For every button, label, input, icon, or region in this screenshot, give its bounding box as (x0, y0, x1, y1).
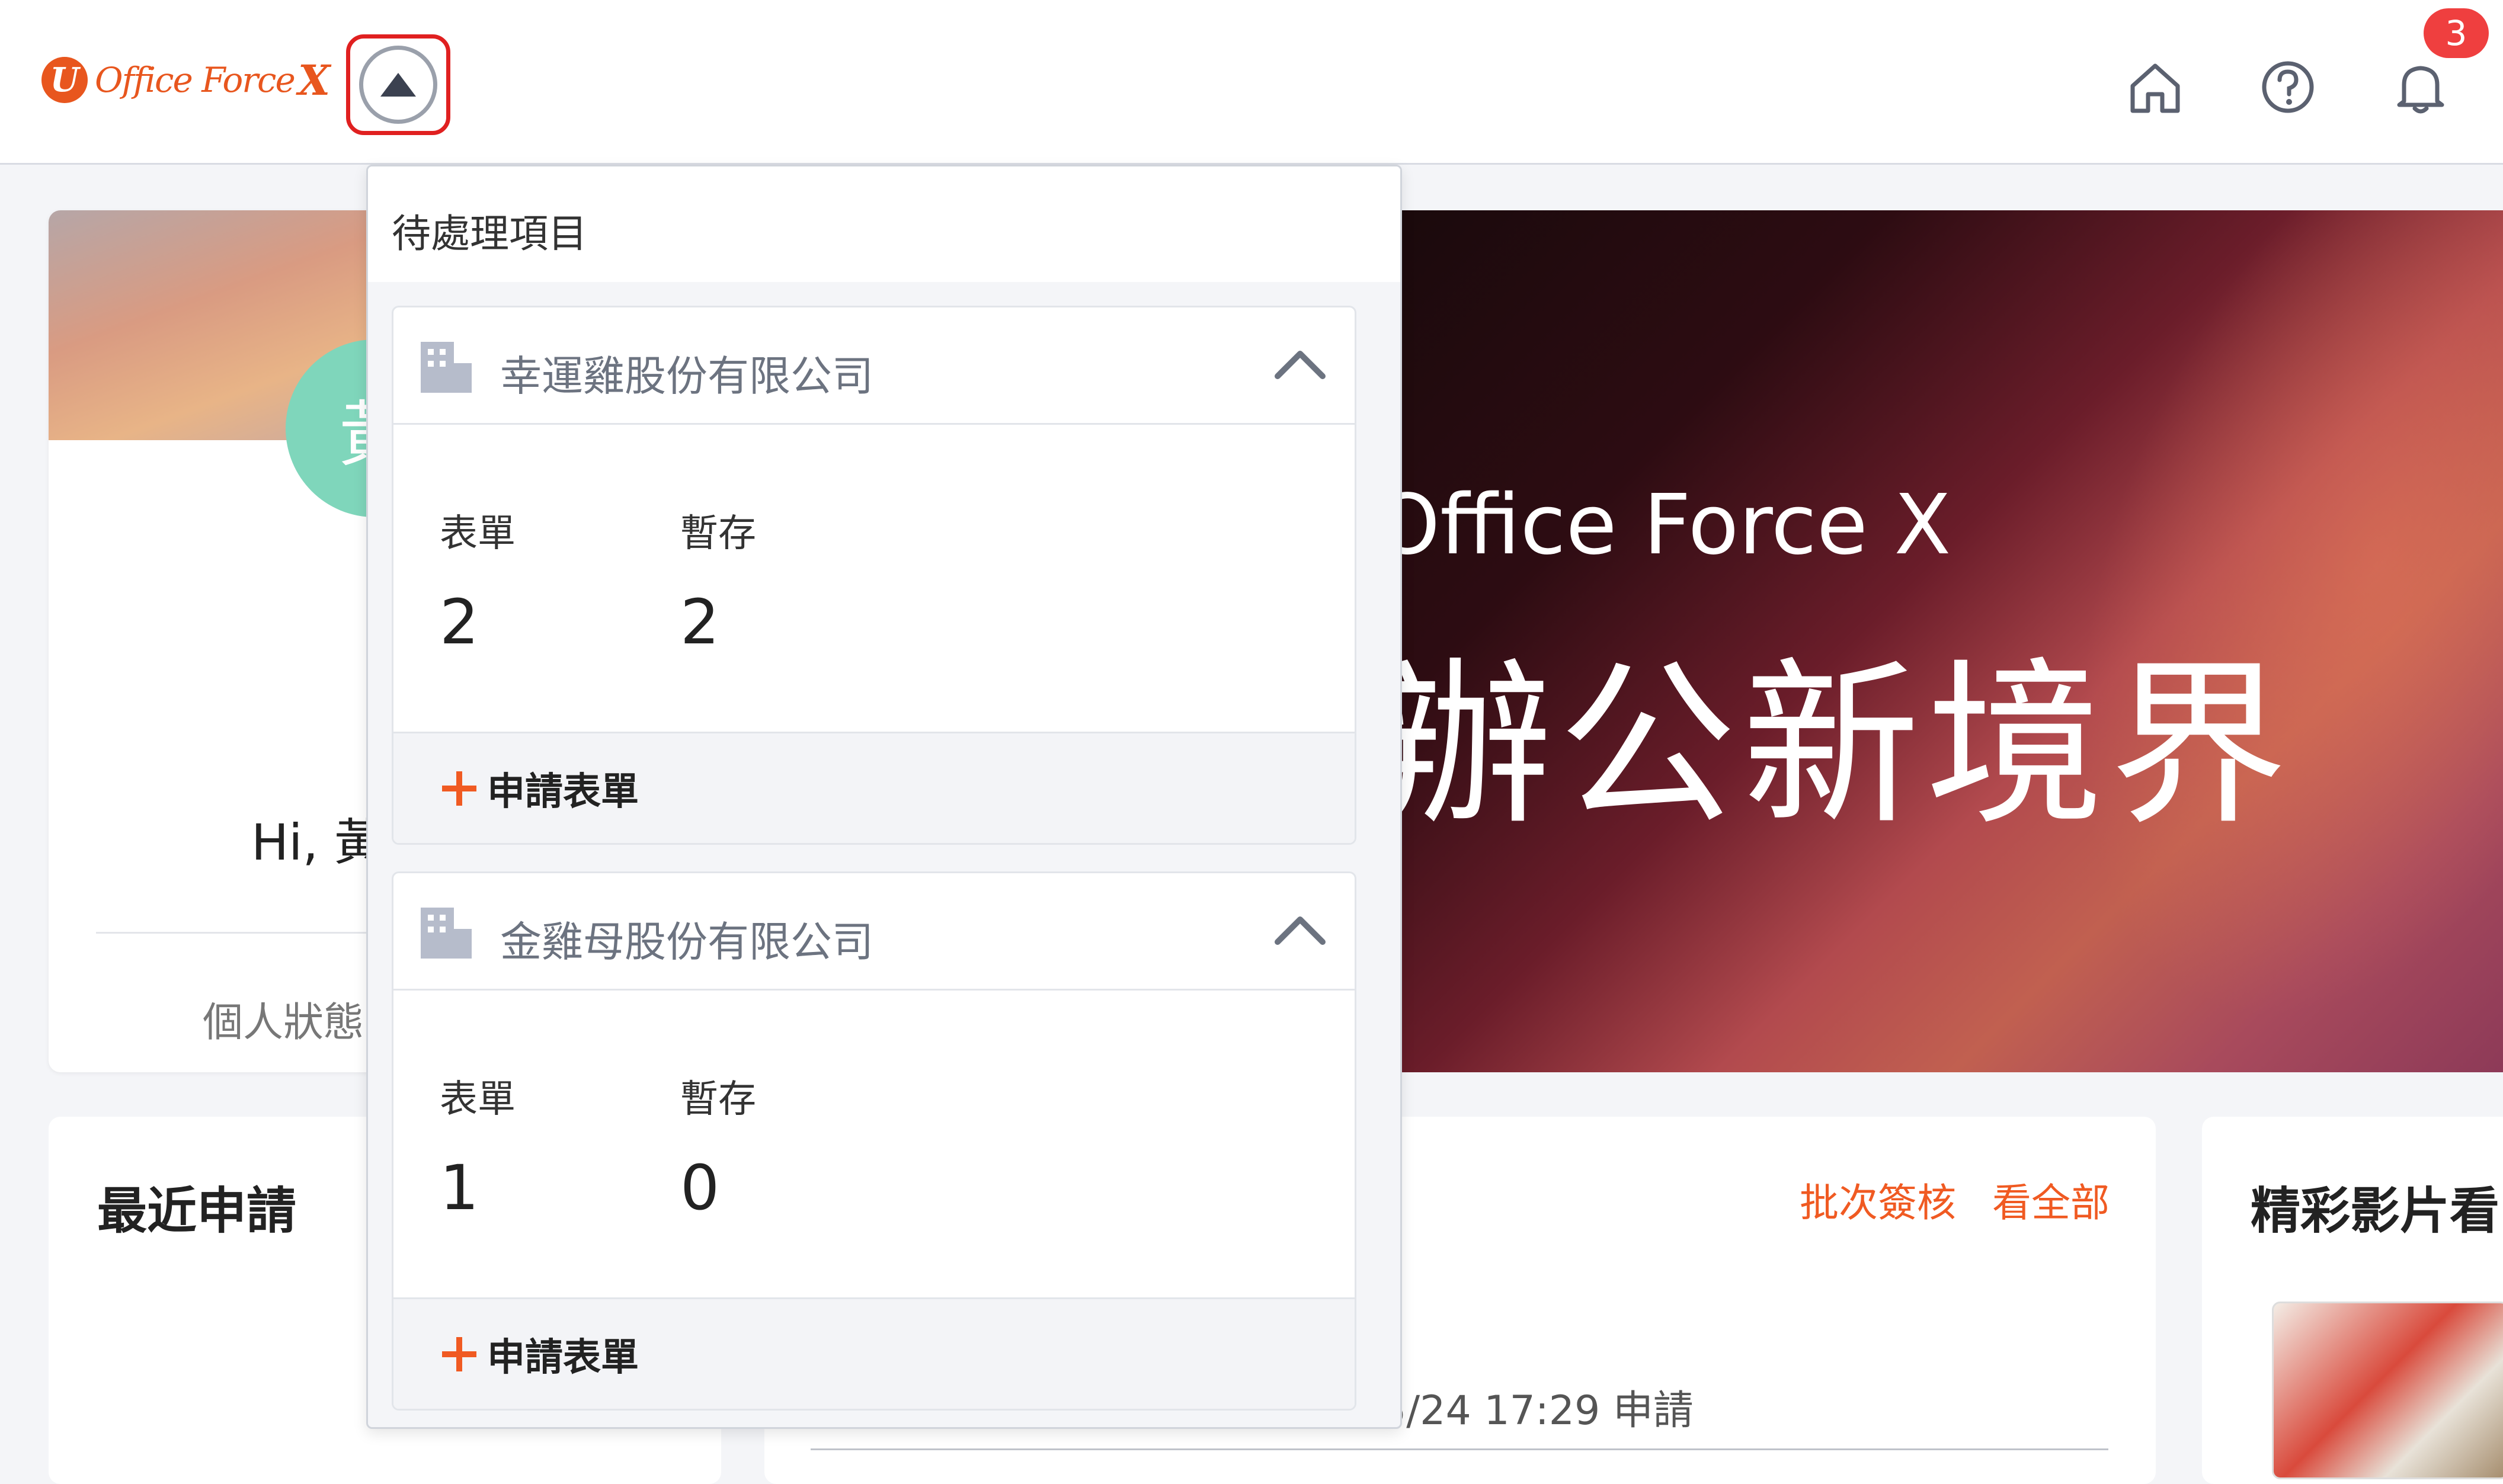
batch-approve-link[interactable]: 批次簽核 (1800, 1180, 1956, 1226)
draft-count[interactable]: 2 (680, 586, 719, 658)
logo-x: X (297, 55, 331, 105)
company-header[interactable]: 幸運雞股份有限公司 (393, 307, 1355, 425)
bell-icon (2397, 66, 2444, 114)
draft-label: 暫存 (680, 512, 756, 556)
company-name: 幸運雞股份有限公司 (500, 352, 873, 400)
approval-item-time: 5/24 17:29 申請 (1381, 1387, 1694, 1434)
app-logo[interactable]: U Office Force X (41, 53, 330, 107)
form-count[interactable]: 2 (440, 586, 479, 658)
help-button[interactable] (2255, 55, 2320, 120)
personal-status-label[interactable]: 個人狀態 (203, 989, 364, 1048)
logo-text: Office Force (95, 60, 296, 100)
plus-icon (442, 771, 476, 806)
caret-up-icon (380, 73, 416, 97)
apply-form-button[interactable]: 申請表單 (393, 1297, 1355, 1409)
approval-links: 批次簽核 看全部 (1776, 1171, 2110, 1228)
company-card: 幸運雞股份有限公司 表單 暫存 2 2 申請表單 (392, 306, 1356, 845)
dropdown-title: 待處理項目 (392, 211, 587, 257)
video-thumbnail[interactable] (2272, 1302, 2503, 1479)
notification-badge: 3 (2424, 8, 2489, 58)
pending-toggle-highlight (346, 34, 450, 135)
pending-toggle-button[interactable] (359, 46, 437, 124)
form-label: 表單 (440, 1078, 516, 1121)
draft-count[interactable]: 0 (680, 1152, 719, 1224)
hero-banner: Office Force X 辦公新境界 (1398, 210, 2503, 1072)
help-icon (2262, 61, 2314, 113)
approval-divider (811, 1448, 2108, 1450)
banner-title: 辦公新境界 (1398, 642, 2293, 849)
video-card-title: 精彩影片看 (2251, 1182, 2500, 1240)
company-header[interactable]: 金雞母股份有限公司 (393, 873, 1355, 991)
apply-form-label: 申請表單 (487, 770, 639, 814)
form-label: 表單 (440, 512, 516, 556)
top-header: U Office Force X 3 (0, 0, 2503, 165)
notification-button[interactable] (2388, 55, 2453, 120)
apply-form-button[interactable]: 申請表單 (393, 732, 1355, 843)
chevron-up-icon[interactable] (1272, 343, 1329, 384)
company-name: 金雞母股份有限公司 (500, 918, 873, 966)
home-icon (2130, 63, 2180, 113)
form-count[interactable]: 1 (440, 1152, 479, 1224)
view-all-link[interactable]: 看全部 (1992, 1180, 2110, 1226)
profile-card: 黃 Hi, 黃 個人狀態 (49, 210, 404, 1072)
home-button[interactable] (2123, 55, 2188, 120)
greeting-text: Hi, 黃 (251, 813, 384, 871)
chevron-up-icon[interactable] (1272, 909, 1329, 950)
dropdown-header: 待處理項目 (368, 166, 1400, 282)
logo-mark: U (41, 57, 88, 103)
building-icon (421, 342, 472, 393)
pending-items-dropdown: 待處理項目 幸運雞股份有限公司 表單 暫存 2 2 申請表單 金雞母股份有限公司… (366, 165, 1402, 1429)
profile-divider (96, 932, 404, 934)
video-card: 精彩影片看 (2202, 1117, 2503, 1484)
draft-label: 暫存 (680, 1078, 756, 1121)
recent-applications-title: 最近申請 (97, 1182, 297, 1240)
plus-icon (442, 1336, 476, 1371)
company-card: 金雞母股份有限公司 表單 暫存 1 0 申請表單 (392, 871, 1356, 1411)
building-icon (421, 908, 472, 959)
banner-subtitle: Office Force X (1398, 477, 1951, 573)
apply-form-label: 申請表單 (487, 1335, 639, 1380)
